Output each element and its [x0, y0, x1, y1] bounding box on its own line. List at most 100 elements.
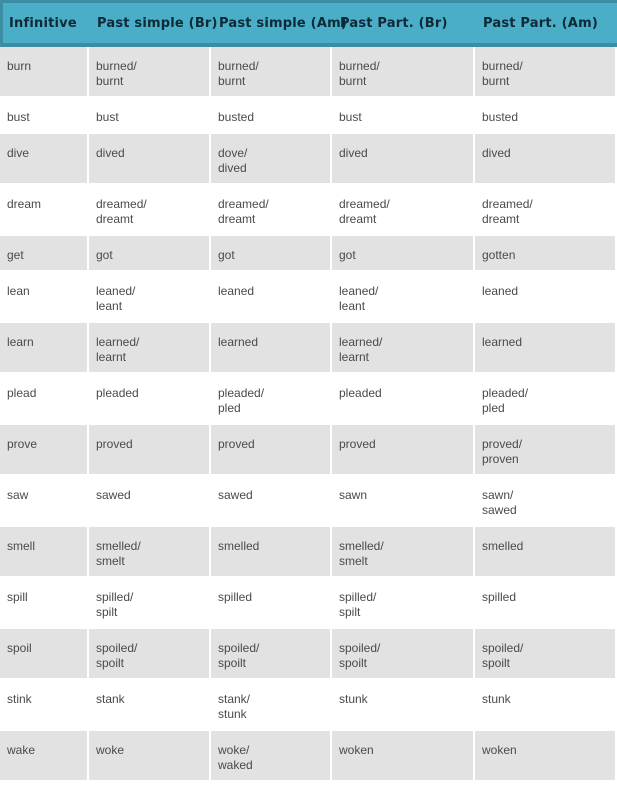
cell-text: leaned — [218, 284, 255, 298]
cell-past-part-am: burned/burnt — [475, 47, 617, 98]
table-header: Infinitive Past simple (Br) Past simple … — [0, 0, 617, 47]
irregular-verbs-table: Infinitive Past simple (Br) Past simple … — [0, 0, 617, 782]
header-infinitive: Infinitive — [0, 0, 89, 47]
cell-text: stunk — [482, 692, 511, 706]
table-row: spoil spoiled/spoilt spoiled/spoilt spoiled… — [0, 629, 617, 680]
cell-text: spilt — [96, 605, 118, 619]
cell-text: woken — [482, 743, 517, 757]
cell-text: woke/ — [218, 743, 250, 757]
cell-past-part-am: dived — [475, 134, 617, 185]
cell-text: dreamed/ — [96, 197, 147, 211]
cell-past-part-br: learned/learnt — [332, 323, 475, 374]
cell-past-simple-br: spoiled/spoilt — [89, 629, 211, 680]
cell-text: bust — [339, 110, 362, 124]
cell-text: got — [339, 248, 356, 262]
cell-infinitive: dive — [0, 134, 89, 185]
cell-past-part-am: sawn/sawed — [475, 476, 617, 527]
cell-text: dreamed/ — [339, 197, 390, 211]
cell-past-simple-am: pleaded/pled — [211, 374, 332, 425]
cell-text: learnt — [339, 350, 370, 364]
cell-past-simple-am: spilled — [211, 578, 332, 629]
cell-text: sawed — [218, 488, 253, 502]
cell-text: smelled/ — [339, 539, 384, 553]
cell-past-part-am: stunk — [475, 680, 617, 731]
cell-past-part-am: learned — [475, 323, 617, 374]
cell-text: spilt — [339, 605, 361, 619]
cell-past-part-br: spoiled/spoilt — [332, 629, 475, 680]
cell-past-part-br: pleaded — [332, 374, 475, 425]
cell-text: spoil — [7, 641, 32, 655]
cell-text: dreamt — [482, 212, 520, 226]
cell-text: spilled/ — [339, 590, 377, 604]
cell-text: dreamt — [339, 212, 377, 226]
cell-past-simple-br: sawed — [89, 476, 211, 527]
cell-text: leant — [339, 299, 366, 313]
cell-text: pled — [218, 401, 241, 415]
cell-text: bust — [96, 110, 119, 124]
table-row: lean leaned/leant leaned leaned/leant leaned — [0, 272, 617, 323]
cell-text: proved/ — [482, 437, 523, 451]
table-row: dream dreamed/dreamt dreamed/dreamt dreamed… — [0, 185, 617, 236]
header-past-simple-am: Past simple (Am) — [211, 0, 347, 47]
cell-text: spoilt — [482, 656, 511, 670]
cell-past-simple-am: sawed — [211, 476, 332, 527]
table-row: get got got got gotten — [0, 236, 617, 272]
cell-text: burnt — [482, 74, 510, 88]
cell-text: pleaded — [96, 386, 139, 400]
cell-infinitive: smell — [0, 527, 89, 578]
cell-text: dreamt — [96, 212, 134, 226]
cell-text: stink — [7, 692, 32, 706]
cell-text: pleaded — [339, 386, 382, 400]
cell-text: plead — [7, 386, 37, 400]
cell-text: spilled — [482, 590, 517, 604]
cell-text: dove/ — [218, 146, 248, 160]
cell-infinitive: spill — [0, 578, 89, 629]
header-past-part-am: Past Part. (Am) — [475, 0, 617, 47]
cell-text: stunk — [218, 707, 247, 721]
header-row: Infinitive Past simple (Br) Past simple … — [0, 0, 617, 47]
table-body: burn burned/burnt burned/burnt burned/burnt… — [0, 47, 617, 782]
cell-past-part-br: stunk — [332, 680, 475, 731]
cell-text: leaned/ — [96, 284, 136, 298]
cell-infinitive: get — [0, 236, 89, 272]
cell-text: busted — [482, 110, 519, 124]
cell-past-part-br: spilled/spilt — [332, 578, 475, 629]
cell-past-simple-am: dreamed/dreamt — [211, 185, 332, 236]
cell-past-part-br: bust — [332, 98, 475, 134]
cell-text: spoiled/ — [482, 641, 524, 655]
cell-text: prove — [7, 437, 38, 451]
cell-past-simple-br: leaned/leant — [89, 272, 211, 323]
table-row: burn burned/burnt burned/burnt burned/burnt… — [0, 47, 617, 98]
cell-past-simple-am: dove/dived — [211, 134, 332, 185]
cell-text: smelled — [218, 539, 260, 553]
cell-past-part-am: proved/proven — [475, 425, 617, 476]
cell-text: learnt — [96, 350, 127, 364]
cell-past-simple-br: learned/learnt — [89, 323, 211, 374]
cell-past-simple-am: busted — [211, 98, 332, 134]
cell-text: dived — [96, 146, 125, 160]
header-past-part-br: Past Part. (Br) — [332, 0, 475, 47]
cell-past-part-br: proved — [332, 425, 475, 476]
cell-past-part-am: woken — [475, 731, 617, 782]
cell-text: proved — [218, 437, 255, 451]
cell-past-simple-br: bust — [89, 98, 211, 134]
cell-text: get — [7, 248, 24, 262]
cell-past-simple-br: spilled/spilt — [89, 578, 211, 629]
cell-text: proved — [96, 437, 133, 451]
cell-text: wake — [7, 743, 36, 757]
cell-past-simple-br: burned/burnt — [89, 47, 211, 98]
cell-past-simple-am: burned/burnt — [211, 47, 332, 98]
cell-text: burn — [7, 59, 32, 73]
cell-text: woken — [339, 743, 374, 757]
table-row: dive dived dove/dived dived dived — [0, 134, 617, 185]
cell-text: learned/ — [96, 335, 140, 349]
cell-text: spoiled/ — [218, 641, 260, 655]
cell-past-part-am: spoiled/spoilt — [475, 629, 617, 680]
cell-past-part-br: leaned/leant — [332, 272, 475, 323]
cell-infinitive: wake — [0, 731, 89, 782]
cell-past-simple-br: stank — [89, 680, 211, 731]
cell-past-simple-am: learned — [211, 323, 332, 374]
table-row: bust bust busted bust busted — [0, 98, 617, 134]
cell-past-part-am: dreamed/dreamt — [475, 185, 617, 236]
cell-text: dream — [7, 197, 42, 211]
